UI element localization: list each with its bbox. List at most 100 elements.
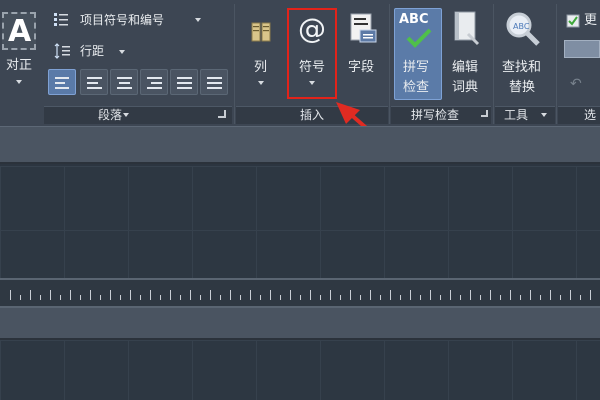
ruler-tick — [200, 295, 201, 300]
ruler-tick — [100, 295, 101, 300]
checkmark-icon — [406, 28, 432, 48]
ruler-tick — [540, 295, 541, 300]
ruler-tick — [150, 290, 151, 300]
paragraph-panel-dropdown-icon[interactable] — [123, 113, 129, 117]
find-replace-icon: ABC — [506, 12, 540, 46]
find-replace-button[interactable]: 查找和 — [502, 60, 541, 76]
line-spacing-button[interactable]: 行距 — [80, 43, 104, 59]
more-button[interactable]: 更 — [584, 13, 597, 29]
justification-dropdown-icon[interactable] — [16, 80, 22, 84]
ruler-tick — [530, 290, 531, 300]
ruler-tick — [520, 295, 521, 300]
align-default-button[interactable] — [48, 69, 76, 95]
options-panel-title: 选 — [583, 108, 596, 122]
ribbon-bottom-strip — [0, 126, 600, 164]
ruler-tick — [250, 290, 251, 300]
ruler-tick — [10, 290, 11, 300]
ruler-tick — [580, 295, 581, 300]
drawing-canvas[interactable] — [0, 166, 600, 278]
ruler-tick — [40, 295, 41, 300]
edit-dictionary-button[interactable]: 编辑 — [452, 60, 478, 76]
ruler-tick — [290, 290, 291, 300]
ruler-tick — [140, 295, 141, 300]
ruler-tick — [450, 290, 451, 300]
bullets-numbering-dropdown-icon[interactable] — [195, 18, 201, 22]
justification-glyph: A — [8, 14, 32, 49]
ruler-tick — [490, 290, 491, 300]
symbol-highlight-box — [287, 8, 337, 99]
ruler-tick — [110, 290, 111, 300]
spell-check-label-1: 拼写 — [403, 60, 430, 75]
columns-icon — [251, 22, 271, 42]
align-distribute-button[interactable] — [200, 69, 228, 95]
ruler-tick — [170, 290, 171, 300]
ruler-tick — [240, 295, 241, 300]
ruler-tick — [550, 290, 551, 300]
ruler-tick — [500, 295, 501, 300]
edit-dictionary-label-2: 词典 — [452, 80, 479, 95]
ruler-tick — [60, 295, 61, 300]
field-button[interactable]: 字段 — [348, 60, 374, 76]
ruler-tick — [430, 290, 431, 300]
ruler-tick — [180, 295, 181, 300]
ruler-tick — [560, 295, 561, 300]
align-justify-button[interactable] — [170, 69, 198, 95]
ruler-tick — [360, 295, 361, 300]
ruler-tick — [380, 295, 381, 300]
svg-text:ABC: ABC — [513, 22, 530, 31]
spell-check-label-2: 检查 — [403, 80, 430, 95]
undo-icon[interactable]: ↶ — [570, 76, 582, 92]
text-editor-strip — [0, 308, 600, 340]
justification-label: 对正 — [6, 58, 33, 73]
ruler-tick — [510, 290, 511, 300]
tools-panel-dropdown-icon[interactable] — [541, 113, 547, 117]
ruler-tick — [400, 295, 401, 300]
ruler-tick — [300, 295, 301, 300]
ruler-tick — [440, 295, 441, 300]
ruler-tick — [80, 295, 81, 300]
align-left-button[interactable] — [80, 69, 108, 95]
bullets-numbering-icon — [54, 13, 68, 26]
separator — [556, 4, 557, 124]
annotation-arrow — [336, 102, 368, 126]
text-editor-ruler[interactable] — [0, 278, 600, 308]
align-right-button[interactable] — [140, 69, 168, 95]
ruler-tick — [460, 295, 461, 300]
tools-panel-title[interactable]: 工具 — [498, 106, 534, 124]
drawing-canvas-lower[interactable] — [0, 340, 600, 400]
bullets-numbering-button[interactable]: 项目符号和编号 — [80, 12, 164, 28]
ruler-tick — [90, 290, 91, 300]
ruler-tick — [210, 290, 211, 300]
ruler-tick — [310, 290, 311, 300]
ruler-tick — [570, 290, 571, 300]
ruler-toggle-icon[interactable] — [564, 40, 600, 58]
line-spacing-dropdown-icon[interactable] — [119, 50, 125, 54]
ruler-tick — [220, 295, 221, 300]
columns-dropdown-icon[interactable] — [258, 81, 264, 85]
ruler-tick — [260, 295, 261, 300]
find-replace-label-2: 替换 — [509, 80, 536, 95]
line-spacing-icon — [54, 43, 70, 59]
ruler-tick — [120, 295, 121, 300]
field-icon — [350, 13, 377, 43]
ruler-tick — [480, 295, 481, 300]
align-center-button[interactable] — [110, 69, 138, 95]
ruler-tick — [190, 290, 191, 300]
ruler-tick — [280, 295, 281, 300]
ruler-tick — [230, 290, 231, 300]
ruler-tick — [370, 290, 371, 300]
paragraph-dialog-launcher-icon[interactable] — [218, 110, 226, 118]
spell-dialog-launcher-icon[interactable] — [481, 110, 488, 117]
edit-dictionary-icon — [454, 11, 480, 46]
ruler-tick — [50, 290, 51, 300]
justification-button[interactable]: A — [0, 8, 44, 92]
ruler-tick — [160, 295, 161, 300]
ruler-tick — [470, 290, 471, 300]
ruler-tick — [420, 295, 421, 300]
ruler-tick — [410, 290, 411, 300]
ruler-tick — [20, 295, 21, 300]
paragraph-panel-title[interactable]: 段落 — [80, 106, 140, 124]
spell-abc-text: ABC — [399, 12, 429, 27]
columns-button[interactable]: 列 — [254, 60, 267, 76]
ruler-tick — [350, 290, 351, 300]
